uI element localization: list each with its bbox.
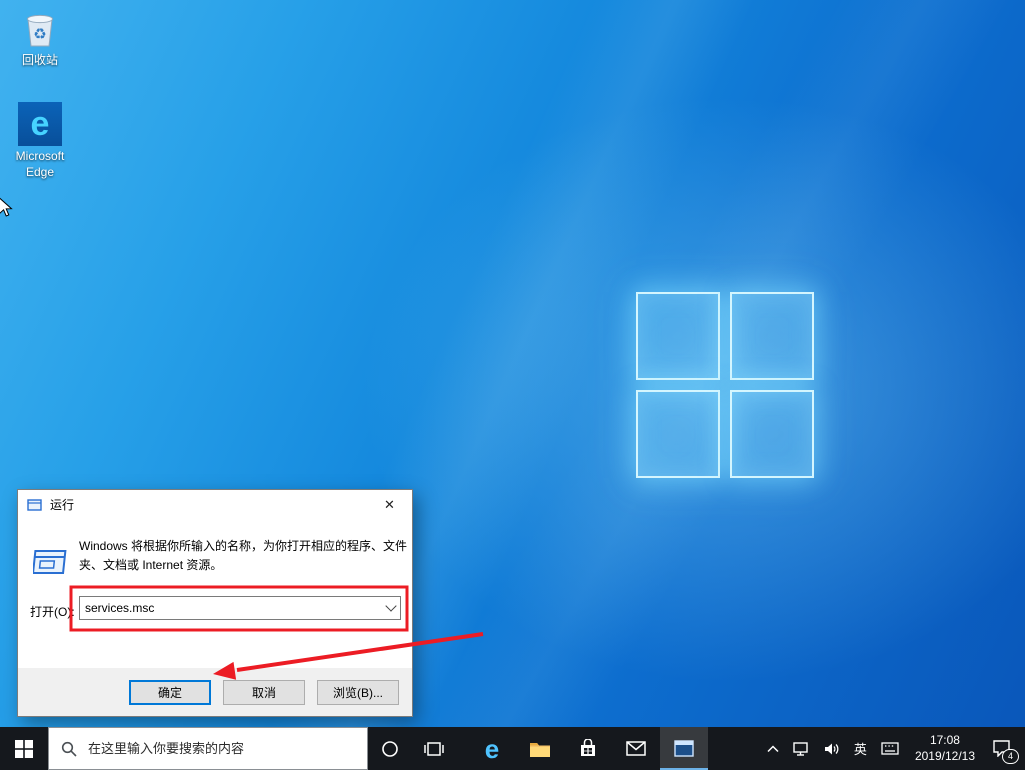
desktop-icon-recycle-bin[interactable]: ♻ 回收站 [1,6,79,69]
app-window-icon [674,740,694,757]
windows-logo-pane [730,390,814,478]
system-tray: 英 17:08 2019/12/13 4 [760,727,1025,770]
volume-button[interactable] [817,727,847,770]
windows-logo-pane [636,292,720,380]
file-explorer-icon [529,740,551,758]
ok-button[interactable]: 确定 [129,680,211,705]
taskbar-active-window-button[interactable] [660,727,708,770]
run-dialog-button-row: 确定 取消 浏览(B)... [18,668,412,716]
run-dialog-icon [27,498,43,512]
action-center-button[interactable]: 4 [984,727,1023,770]
touch-keyboard-button[interactable] [874,727,906,770]
browse-button[interactable]: 浏览(B)... [317,680,399,705]
speaker-icon [824,742,840,756]
ime-language-indicator[interactable]: 英 [847,727,874,770]
clock-date: 2019/12/13 [915,749,975,765]
taskbar: e [0,727,1025,770]
cortana-icon [381,740,399,758]
recycle-bin-icon: ♻ [17,6,63,50]
task-view-icon [424,741,444,757]
taskbar-clock[interactable]: 17:08 2019/12/13 [906,727,984,770]
run-program-icon [33,545,71,582]
task-view-button[interactable] [412,727,456,770]
windows-logo-pane [730,292,814,380]
windows-start-icon [15,740,33,758]
run-dialog-title: 运行 [50,496,367,513]
desktop-icon-label: 回收站 [1,53,79,69]
mail-icon [626,741,646,756]
windows-logo-wallpaper [636,292,814,478]
taskbar-search-box[interactable] [48,727,368,770]
cancel-button[interactable]: 取消 [223,680,305,705]
notification-count-badge: 4 [1002,749,1019,764]
open-field-label: 打开(O): [30,603,75,620]
run-command-input[interactable] [80,597,381,619]
run-command-combobox[interactable] [79,596,401,620]
edge-icon: e [485,736,499,762]
search-icon [61,741,77,757]
close-icon[interactable]: ✕ [367,490,412,519]
tray-overflow-button[interactable] [760,727,786,770]
run-dialog-description: Windows 将根据你所输入的名称，为你打开相应的程序、文件夹、文档或 Int… [79,537,415,574]
desktop-screen: ♻ 回收站 e Microsoft Edge 运行 ✕ [0,0,1025,770]
taskbar-search-input[interactable] [86,740,359,757]
clock-time: 17:08 [930,733,960,749]
network-icon [793,742,810,756]
desktop-icon-microsoft-edge[interactable]: e Microsoft Edge [1,102,79,180]
taskbar-edge-button[interactable]: e [468,727,516,770]
taskbar-store-button[interactable] [564,727,612,770]
taskbar-mail-button[interactable] [612,727,660,770]
taskbar-file-explorer-button[interactable] [516,727,564,770]
taskbar-separator [456,727,468,770]
chevron-down-icon[interactable] [381,597,400,619]
svg-text:♻: ♻ [33,26,46,43]
edge-icon: e [17,102,63,146]
desktop-icon-label: Microsoft Edge [1,149,79,180]
ime-label: 英 [854,739,867,758]
windows-logo-pane [636,390,720,478]
microsoft-store-icon [579,739,597,758]
chevron-up-icon [767,745,779,753]
network-status-button[interactable] [786,727,817,770]
cortana-button[interactable] [368,727,412,770]
mouse-cursor [0,197,13,223]
run-dialog: 运行 ✕ Windows 将根据你所输入的名称，为你打开相应的程序、文件夹、文档… [17,489,413,717]
touch-keyboard-icon [881,742,899,755]
run-dialog-titlebar[interactable]: 运行 ✕ [18,490,412,519]
start-button[interactable] [0,727,48,770]
